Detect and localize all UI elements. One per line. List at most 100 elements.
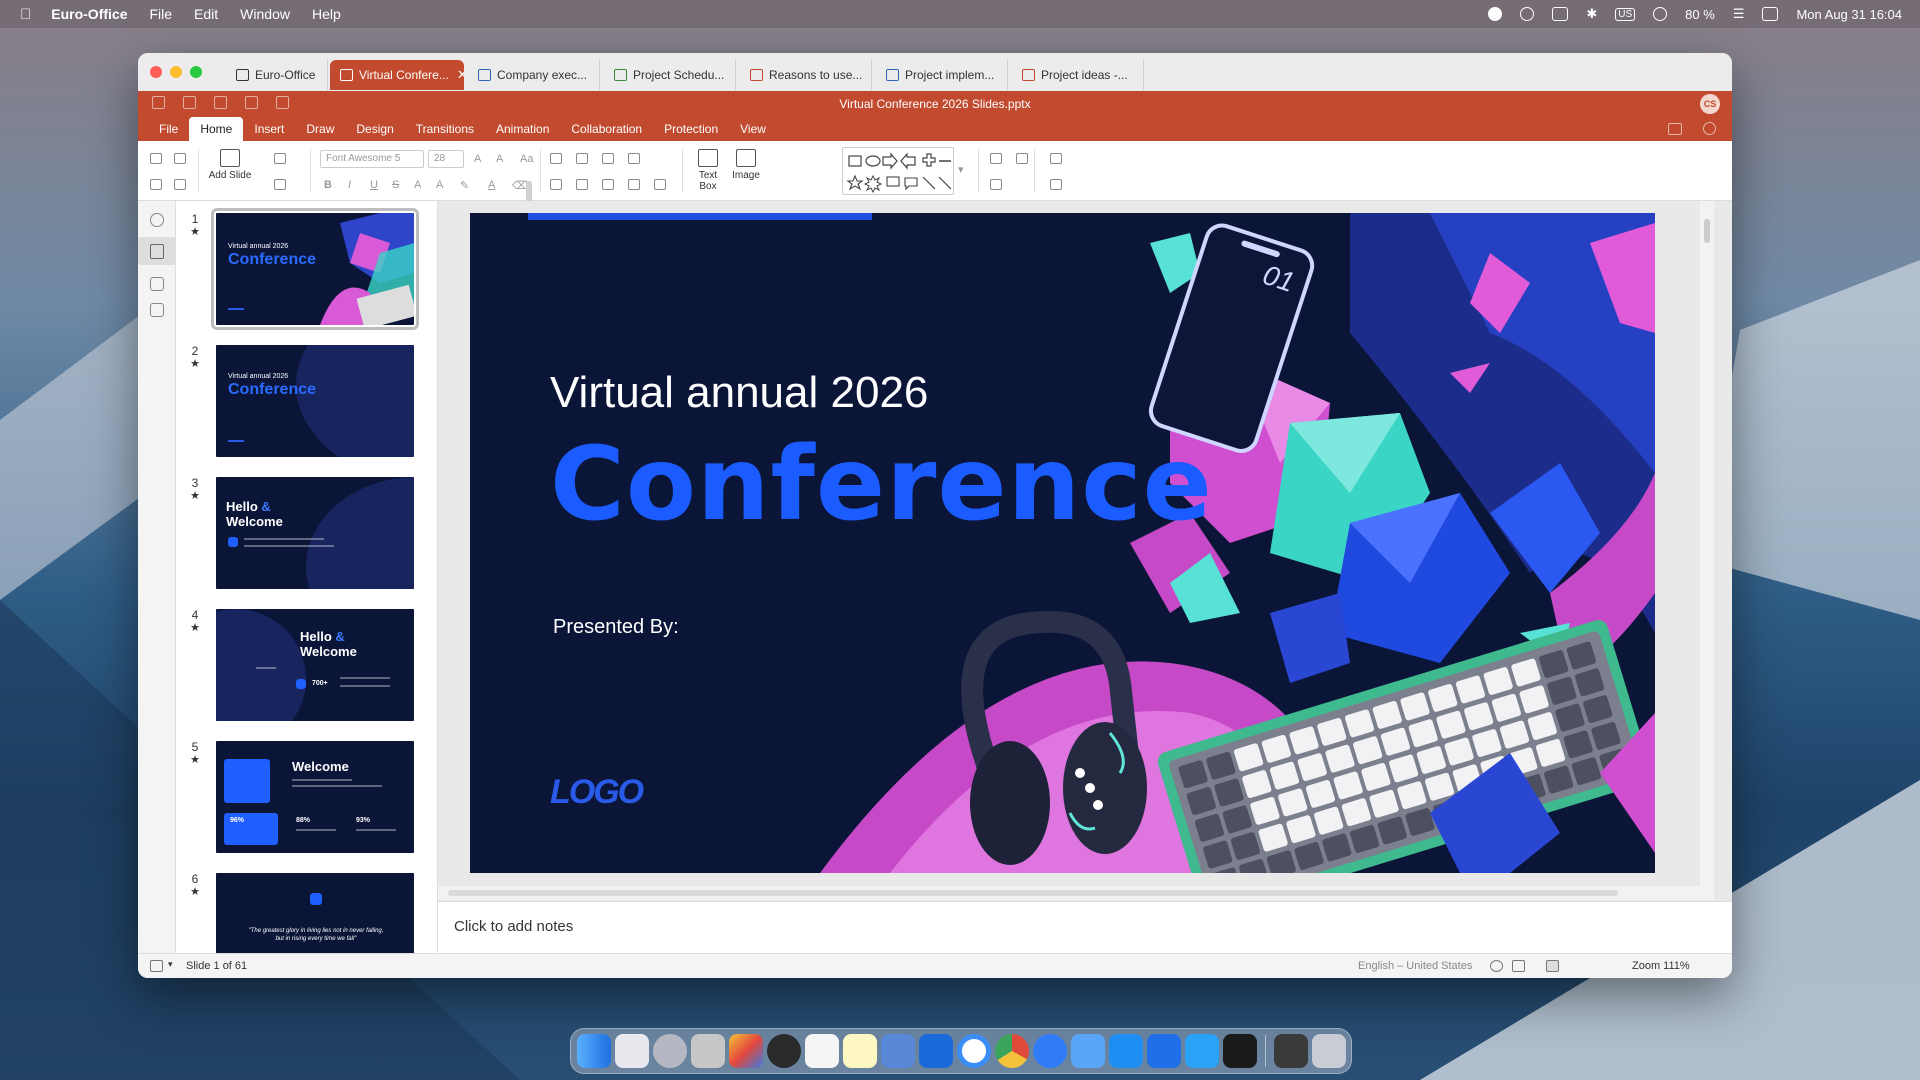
chrome-icon[interactable] bbox=[995, 1034, 1029, 1068]
tab-protection[interactable]: Protection bbox=[653, 117, 729, 141]
replace-icon[interactable] bbox=[1050, 153, 1062, 164]
slide-logo[interactable]: LOGO bbox=[550, 773, 644, 812]
notes-pane[interactable]: Click to add notes bbox=[438, 901, 1732, 953]
slide-thumbnail[interactable]: "The greatest glory in living lies not i… bbox=[216, 873, 414, 953]
loop-app-icon[interactable] bbox=[1147, 1034, 1181, 1068]
tab-company-exec[interactable]: Company exec... bbox=[468, 60, 600, 90]
sync-icon[interactable] bbox=[1520, 7, 1535, 21]
tab-reasons-to-use[interactable]: Reasons to use... bbox=[740, 60, 872, 90]
bluetooth-icon[interactable]: ✱ bbox=[1586, 6, 1597, 22]
menubar-edit[interactable]: Edit bbox=[194, 6, 218, 22]
qt-app-icon[interactable] bbox=[1185, 1034, 1219, 1068]
spellcheck-icon[interactable] bbox=[1512, 960, 1525, 972]
horizontal-scrollbar[interactable] bbox=[438, 886, 1714, 900]
tab-project-schedule[interactable]: Project Schedu... bbox=[604, 60, 736, 90]
increase-font-icon[interactable]: A bbox=[474, 153, 481, 165]
tab-file[interactable]: File bbox=[148, 117, 189, 141]
menubar-app-name[interactable]: Euro-Office bbox=[51, 6, 127, 22]
current-slide[interactable]: Virtual annual 2026 Conference Presented… bbox=[470, 213, 1655, 873]
numbering-icon[interactable] bbox=[576, 153, 588, 164]
language-indicator[interactable]: English – United States bbox=[1358, 960, 1472, 972]
tab-project-ideas[interactable]: Project ideas -... bbox=[1012, 60, 1144, 90]
tab-view[interactable]: View bbox=[729, 117, 777, 141]
slide-thumbnail[interactable]: Welcome 96% 88% 93% bbox=[216, 741, 414, 853]
tab-animation[interactable]: Animation bbox=[485, 117, 560, 141]
close-window-button[interactable] bbox=[150, 66, 162, 78]
notes-icon[interactable] bbox=[843, 1034, 877, 1068]
select-all-icon[interactable] bbox=[1050, 179, 1062, 190]
cut-icon[interactable] bbox=[174, 153, 186, 164]
menubar-clock[interactable]: Mon Aug 31 16:04 bbox=[1796, 7, 1902, 22]
tab-insert[interactable]: Insert bbox=[243, 117, 295, 141]
slide-thumbnail[interactable]: Hello & Welcome 700+ bbox=[216, 609, 414, 721]
increase-indent-icon[interactable] bbox=[628, 153, 640, 164]
save-icon[interactable] bbox=[152, 96, 165, 109]
tab-collaboration[interactable]: Collaboration bbox=[560, 117, 653, 141]
quicktime-icon[interactable] bbox=[957, 1034, 991, 1068]
tab-home[interactable]: Home bbox=[189, 117, 244, 141]
image-button[interactable]: Image bbox=[728, 149, 764, 181]
color-app-icon[interactable] bbox=[729, 1034, 763, 1068]
copy-icon[interactable] bbox=[150, 153, 162, 164]
slide-size-icon[interactable] bbox=[274, 179, 286, 190]
tab-virtual-conference[interactable]: Virtual Confere... ✕ bbox=[330, 60, 464, 90]
feedback-icon[interactable] bbox=[149, 303, 164, 317]
text-box-button[interactable]: Text Box bbox=[690, 149, 726, 192]
control-center-icon[interactable] bbox=[1762, 7, 1779, 21]
slideshow-dropdown-icon[interactable]: ▾ bbox=[168, 959, 173, 970]
euro-office-icon[interactable] bbox=[805, 1034, 839, 1068]
tab-project-implementation[interactable]: Project implem... bbox=[876, 60, 1008, 90]
globe-icon[interactable] bbox=[1490, 960, 1503, 972]
align-left-icon[interactable] bbox=[550, 179, 562, 190]
open-location-icon[interactable] bbox=[1668, 123, 1682, 135]
redo-icon[interactable] bbox=[245, 96, 258, 109]
shapes-more-icon[interactable]: ▾ bbox=[958, 163, 964, 176]
screen-mirror-icon[interactable] bbox=[1552, 7, 1569, 21]
wifi-icon[interactable]: ☰ bbox=[1733, 6, 1745, 22]
finder-icon[interactable] bbox=[577, 1034, 611, 1068]
line-spacing-icon[interactable] bbox=[602, 179, 614, 190]
undo-icon[interactable] bbox=[214, 96, 227, 109]
bullets-icon[interactable] bbox=[550, 153, 562, 164]
tab-draw[interactable]: Draw bbox=[295, 117, 345, 141]
menubar-window[interactable]: Window bbox=[240, 6, 290, 22]
slide-subtitle[interactable]: Virtual annual 2026 bbox=[550, 368, 928, 418]
user-avatar[interactable]: CS bbox=[1700, 94, 1720, 114]
trash-icon[interactable] bbox=[1312, 1034, 1346, 1068]
columns-icon[interactable] bbox=[628, 179, 640, 190]
zoom-level[interactable]: Zoom 111% bbox=[1632, 960, 1690, 972]
minimize-window-button[interactable] bbox=[170, 66, 182, 78]
add-slide-button[interactable]: Add Slide bbox=[208, 149, 252, 181]
group-icon[interactable] bbox=[1016, 153, 1028, 164]
print-icon[interactable] bbox=[183, 96, 196, 109]
font-size-select[interactable]: 28 bbox=[428, 150, 464, 168]
strikethrough-icon[interactable]: S bbox=[392, 179, 399, 191]
slide-presented-by[interactable]: Presented By: bbox=[553, 616, 679, 639]
user-account-icon[interactable] bbox=[1653, 7, 1668, 21]
mail-icon[interactable] bbox=[1071, 1034, 1105, 1068]
text-editor-icon[interactable] bbox=[691, 1034, 725, 1068]
menubar-help[interactable]: Help bbox=[312, 6, 341, 22]
paste-icon[interactable] bbox=[150, 179, 162, 190]
menubar-file[interactable]: File bbox=[149, 6, 172, 22]
tab-euro-office-home[interactable]: Euro-Office bbox=[226, 60, 328, 90]
text-direction-icon[interactable] bbox=[654, 179, 666, 190]
slide-layout-icon[interactable] bbox=[274, 153, 286, 164]
fit-slide-icon[interactable] bbox=[1546, 960, 1559, 972]
decrease-font-icon[interactable]: A bbox=[496, 153, 503, 165]
system-settings-icon[interactable] bbox=[653, 1034, 687, 1068]
vertical-scrollbar[interactable] bbox=[1700, 201, 1714, 886]
app-store-icon[interactable] bbox=[1109, 1034, 1143, 1068]
shapes-gallery[interactable] bbox=[842, 147, 954, 195]
italic-icon[interactable]: I bbox=[348, 179, 351, 191]
underline-icon[interactable]: U bbox=[370, 179, 378, 191]
change-case-icon[interactable]: Aa bbox=[520, 153, 533, 165]
tab-transitions[interactable]: Transitions bbox=[405, 117, 485, 141]
remote-desktop-icon[interactable] bbox=[881, 1034, 915, 1068]
highlight-icon[interactable]: ✎ bbox=[460, 179, 469, 192]
bold-icon[interactable]: B bbox=[324, 179, 332, 191]
format-painter-icon[interactable] bbox=[174, 179, 186, 190]
close-tab-icon[interactable]: ✕ bbox=[457, 67, 464, 83]
arrange-icon[interactable] bbox=[990, 153, 1002, 164]
screenshot-app-icon[interactable] bbox=[1274, 1034, 1308, 1068]
